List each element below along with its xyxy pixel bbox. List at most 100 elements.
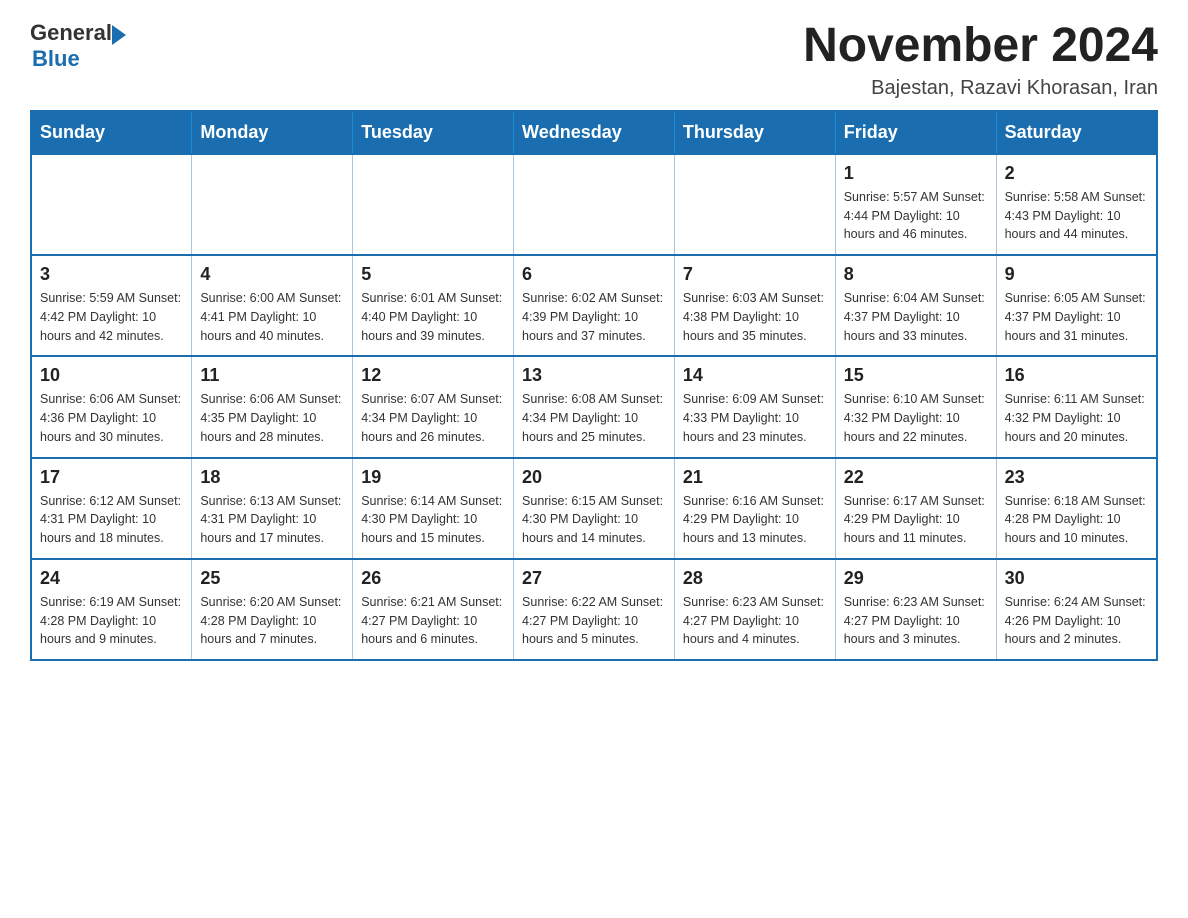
day-number: 1 — [844, 163, 988, 184]
day-info: Sunrise: 6:12 AM Sunset: 4:31 PM Dayligh… — [40, 492, 183, 548]
logo-general-text: General — [30, 20, 112, 46]
day-info: Sunrise: 6:13 AM Sunset: 4:31 PM Dayligh… — [200, 492, 344, 548]
day-number: 3 — [40, 264, 183, 285]
day-number: 4 — [200, 264, 344, 285]
calendar-cell: 16Sunrise: 6:11 AM Sunset: 4:32 PM Dayli… — [996, 356, 1157, 457]
calendar-cell: 24 Sunrise: 6:19 AM Sunset: 4:28 PM Dayli… — [31, 559, 192, 660]
calendar-cell: 27 Sunrise: 6:22 AM Sunset: 4:27 PM Dayli… — [514, 559, 675, 660]
calendar-cell: 28 Sunrise: 6:23 AM Sunset: 4:27 PM Dayli… — [674, 559, 835, 660]
day-number: 13 — [522, 365, 666, 386]
day-info: Sunrise: 6:20 AM Sunset: 4:28 PM Dayligh… — [200, 593, 344, 649]
day-number: 15 — [844, 365, 988, 386]
day-info: Sunrise: 6:19 AM Sunset: 4:28 PM Dayligh… — [40, 593, 183, 649]
calendar-week-row: 17 Sunrise: 6:12 AM Sunset: 4:31 PM Dayli… — [31, 458, 1157, 559]
calendar-cell: 30 Sunrise: 6:24 AM Sunset: 4:26 PM Dayli… — [996, 559, 1157, 660]
calendar-cell: 22Sunrise: 6:17 AM Sunset: 4:29 PM Dayli… — [835, 458, 996, 559]
day-info: Sunrise: 6:06 AM Sunset: 4:35 PM Dayligh… — [200, 390, 344, 446]
day-info: Sunrise: 5:59 AM Sunset: 4:42 PM Dayligh… — [40, 289, 183, 345]
day-info: Sunrise: 6:15 AM Sunset: 4:30 PM Dayligh… — [522, 492, 666, 548]
calendar-table: SundayMondayTuesdayWednesdayThursdayFrid… — [30, 110, 1158, 661]
calendar-week-row: 3 Sunrise: 5:59 AM Sunset: 4:42 PM Daylig… — [31, 255, 1157, 356]
day-number: 25 — [200, 568, 344, 589]
calendar-cell: 29Sunrise: 6:23 AM Sunset: 4:27 PM Dayli… — [835, 559, 996, 660]
calendar-cell: 2 Sunrise: 5:58 AM Sunset: 4:43 PM Daylig… — [996, 154, 1157, 255]
calendar-cell: 3 Sunrise: 5:59 AM Sunset: 4:42 PM Daylig… — [31, 255, 192, 356]
day-number: 2 — [1005, 163, 1148, 184]
column-header-wednesday: Wednesday — [514, 111, 675, 154]
day-number: 27 — [522, 568, 666, 589]
logo-blue-text: Blue — [32, 46, 80, 72]
day-number: 19 — [361, 467, 505, 488]
day-number: 16 — [1005, 365, 1148, 386]
calendar-cell — [514, 154, 675, 255]
day-number: 28 — [683, 568, 827, 589]
calendar-cell — [192, 154, 353, 255]
location-subtitle: Bajestan, Razavi Khorasan, Iran — [803, 77, 1158, 100]
day-info: Sunrise: 6:05 AM Sunset: 4:37 PM Dayligh… — [1005, 289, 1148, 345]
day-info: Sunrise: 6:18 AM Sunset: 4:28 PM Dayligh… — [1005, 492, 1148, 548]
calendar-week-row: 24 Sunrise: 6:19 AM Sunset: 4:28 PM Dayli… — [31, 559, 1157, 660]
logo: General Blue — [30, 20, 126, 72]
day-number: 8 — [844, 264, 988, 285]
calendar-cell — [31, 154, 192, 255]
day-info: Sunrise: 6:16 AM Sunset: 4:29 PM Dayligh… — [683, 492, 827, 548]
day-number: 12 — [361, 365, 505, 386]
calendar-cell: 18 Sunrise: 6:13 AM Sunset: 4:31 PM Dayli… — [192, 458, 353, 559]
day-number: 6 — [522, 264, 666, 285]
calendar-cell: 8 Sunrise: 6:04 AM Sunset: 4:37 PM Daylig… — [835, 255, 996, 356]
calendar-cell: 5 Sunrise: 6:01 AM Sunset: 4:40 PM Daylig… — [353, 255, 514, 356]
day-info: Sunrise: 6:23 AM Sunset: 4:27 PM Dayligh… — [844, 593, 988, 649]
day-info: Sunrise: 6:00 AM Sunset: 4:41 PM Dayligh… — [200, 289, 344, 345]
column-header-sunday: Sunday — [31, 111, 192, 154]
column-header-tuesday: Tuesday — [353, 111, 514, 154]
calendar-cell: 23 Sunrise: 6:18 AM Sunset: 4:28 PM Dayli… — [996, 458, 1157, 559]
calendar-cell: 12 Sunrise: 6:07 AM Sunset: 4:34 PM Dayli… — [353, 356, 514, 457]
day-info: Sunrise: 6:04 AM Sunset: 4:37 PM Dayligh… — [844, 289, 988, 345]
day-info: Sunrise: 6:24 AM Sunset: 4:26 PM Dayligh… — [1005, 593, 1148, 649]
day-info: Sunrise: 5:57 AM Sunset: 4:44 PM Dayligh… — [844, 188, 988, 244]
column-header-friday: Friday — [835, 111, 996, 154]
day-number: 7 — [683, 264, 827, 285]
day-number: 20 — [522, 467, 666, 488]
day-info: Sunrise: 6:07 AM Sunset: 4:34 PM Dayligh… — [361, 390, 505, 446]
calendar-cell: 25 Sunrise: 6:20 AM Sunset: 4:28 PM Dayli… — [192, 559, 353, 660]
day-number: 21 — [683, 467, 827, 488]
calendar-cell: 26 Sunrise: 6:21 AM Sunset: 4:27 PM Dayli… — [353, 559, 514, 660]
calendar-cell: 10 Sunrise: 6:06 AM Sunset: 4:36 PM Dayli… — [31, 356, 192, 457]
calendar-week-row: 10 Sunrise: 6:06 AM Sunset: 4:36 PM Dayli… — [31, 356, 1157, 457]
calendar-cell: 4 Sunrise: 6:00 AM Sunset: 4:41 PM Daylig… — [192, 255, 353, 356]
day-info: Sunrise: 6:06 AM Sunset: 4:36 PM Dayligh… — [40, 390, 183, 446]
day-number: 5 — [361, 264, 505, 285]
day-number: 23 — [1005, 467, 1148, 488]
calendar-cell: 1 Sunrise: 5:57 AM Sunset: 4:44 PM Daylig… — [835, 154, 996, 255]
calendar-cell: 14 Sunrise: 6:09 AM Sunset: 4:33 PM Dayli… — [674, 356, 835, 457]
calendar-cell: 17 Sunrise: 6:12 AM Sunset: 4:31 PM Dayli… — [31, 458, 192, 559]
day-number: 18 — [200, 467, 344, 488]
calendar-cell: 21 Sunrise: 6:16 AM Sunset: 4:29 PM Dayli… — [674, 458, 835, 559]
day-number: 26 — [361, 568, 505, 589]
day-info: Sunrise: 6:22 AM Sunset: 4:27 PM Dayligh… — [522, 593, 666, 649]
day-number: 10 — [40, 365, 183, 386]
calendar-cell: 13Sunrise: 6:08 AM Sunset: 4:34 PM Dayli… — [514, 356, 675, 457]
day-info: Sunrise: 6:09 AM Sunset: 4:33 PM Dayligh… — [683, 390, 827, 446]
calendar-cell: 20 Sunrise: 6:15 AM Sunset: 4:30 PM Dayli… — [514, 458, 675, 559]
calendar-header-row: SundayMondayTuesdayWednesdayThursdayFrid… — [31, 111, 1157, 154]
day-number: 17 — [40, 467, 183, 488]
column-header-saturday: Saturday — [996, 111, 1157, 154]
calendar-week-row: 1 Sunrise: 5:57 AM Sunset: 4:44 PM Daylig… — [31, 154, 1157, 255]
day-info: Sunrise: 5:58 AM Sunset: 4:43 PM Dayligh… — [1005, 188, 1148, 244]
title-section: November 2024 Bajestan, Razavi Khorasan,… — [803, 20, 1158, 100]
day-info: Sunrise: 6:01 AM Sunset: 4:40 PM Dayligh… — [361, 289, 505, 345]
calendar-cell — [674, 154, 835, 255]
day-number: 14 — [683, 365, 827, 386]
day-info: Sunrise: 6:21 AM Sunset: 4:27 PM Dayligh… — [361, 593, 505, 649]
day-number: 24 — [40, 568, 183, 589]
day-number: 30 — [1005, 568, 1148, 589]
day-info: Sunrise: 6:23 AM Sunset: 4:27 PM Dayligh… — [683, 593, 827, 649]
column-header-monday: Monday — [192, 111, 353, 154]
month-year-title: November 2024 — [803, 20, 1158, 73]
calendar-cell: 19 Sunrise: 6:14 AM Sunset: 4:30 PM Dayli… — [353, 458, 514, 559]
day-info: Sunrise: 6:17 AM Sunset: 4:29 PM Dayligh… — [844, 492, 988, 548]
day-info: Sunrise: 6:14 AM Sunset: 4:30 PM Dayligh… — [361, 492, 505, 548]
logo-arrow-icon — [112, 25, 126, 45]
